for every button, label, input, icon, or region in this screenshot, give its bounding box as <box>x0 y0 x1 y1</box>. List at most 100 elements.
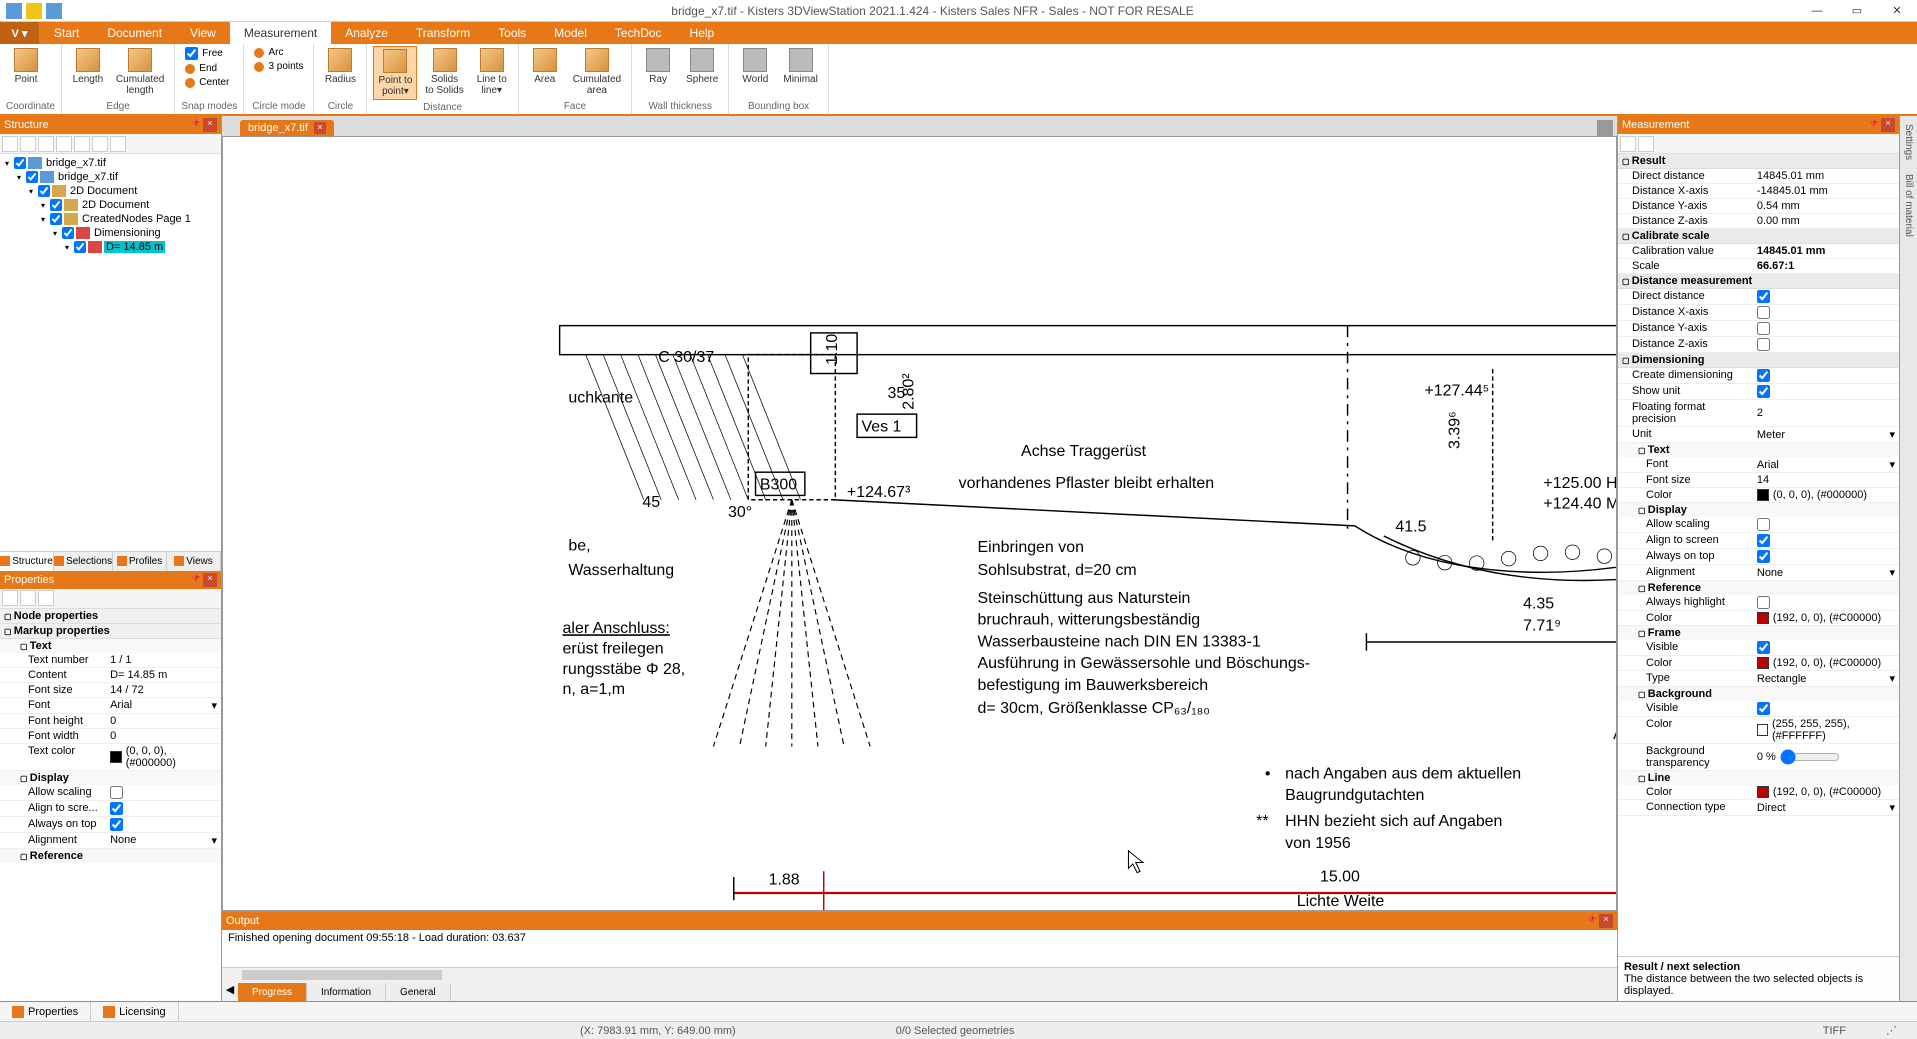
tree-node[interactable]: ▾2D Document <box>2 198 219 212</box>
structure-tab-profiles[interactable]: Profiles <box>113 552 167 571</box>
ribbon-btn-line-to[interactable]: Line toline▾ <box>472 46 512 98</box>
toolbar-btn[interactable] <box>1620 136 1636 152</box>
ribbon-btn-radius[interactable]: Radius <box>320 46 360 87</box>
ribbon-small-center[interactable]: Center <box>181 76 233 89</box>
ribbon-small-arc[interactable]: Arc <box>250 46 307 59</box>
ribbon-btn-ray[interactable]: Ray <box>638 46 678 87</box>
prop-group[interactable]: Result <box>1618 154 1899 169</box>
global-tab-properties[interactable]: Properties <box>0 1002 91 1021</box>
ribbon-tab-document[interactable]: Document <box>93 22 176 44</box>
prop-row[interactable]: Color(192, 0, 0), (#C00000) <box>1618 785 1899 800</box>
ribbon-tab-transform[interactable]: Transform <box>402 22 484 44</box>
prop-row[interactable]: ContentD= 14.85 m <box>0 668 221 683</box>
prop-row[interactable]: Distance Y-axis0.54 mm <box>1618 199 1899 214</box>
toolbar-btn[interactable] <box>38 136 54 152</box>
structure-tree[interactable]: ▾bridge_x7.tif▾bridge_x7.tif ▾2D Document… <box>0 154 221 551</box>
ribbon-btn-point[interactable]: Point <box>6 46 46 87</box>
prop-row[interactable]: Distance Z-axis0.00 mm <box>1618 214 1899 229</box>
prop-row[interactable]: AlignmentNone ▾ <box>0 833 221 849</box>
side-tab-bom[interactable]: Bill of material <box>1903 170 1914 241</box>
global-tab-licensing[interactable]: Licensing <box>91 1002 178 1021</box>
prop-row[interactable]: Always on top <box>0 817 221 833</box>
prop-row[interactable]: Text color(0, 0, 0), (#000000) <box>0 744 221 771</box>
prop-row[interactable]: UnitMeter ▾ <box>1618 427 1899 443</box>
toolbar-btn[interactable] <box>74 136 90 152</box>
prop-group[interactable]: Dimensioning <box>1618 353 1899 368</box>
minimize-button[interactable]: — <box>1797 0 1837 22</box>
output-tab-general[interactable]: General <box>386 983 451 1001</box>
ribbon-btn-area[interactable]: Area <box>525 46 565 87</box>
prop-group[interactable]: Reference <box>0 849 221 863</box>
prop-row[interactable]: Distance X-axis-14845.01 mm <box>1618 184 1899 199</box>
ribbon-btn-length[interactable]: Length <box>68 46 108 87</box>
ribbon-tab-measurement[interactable]: Measurement <box>230 22 331 44</box>
prop-row[interactable]: Visible <box>1618 640 1899 656</box>
close-tab-icon[interactable]: × <box>314 122 326 134</box>
prop-row[interactable]: Align to scre... <box>0 801 221 817</box>
close-button[interactable]: ✕ <box>1877 0 1917 22</box>
ribbon-btn-minimal[interactable]: Minimal <box>779 46 821 87</box>
side-tab-settings[interactable]: Settings <box>1903 120 1914 164</box>
tree-node[interactable]: ▾bridge_x7.tif <box>2 170 219 184</box>
prop-row[interactable]: Color(192, 0, 0), (#C00000) <box>1618 656 1899 671</box>
viewport[interactable]: C 30/37Ves 1Ves 1B300B300Achse Traggerüs… <box>222 136 1617 911</box>
toolbar-btn[interactable] <box>110 136 126 152</box>
prop-row[interactable]: AlignmentNone ▾ <box>1618 565 1899 581</box>
prop-row[interactable]: Connection typeDirect ▾ <box>1618 800 1899 816</box>
prop-row[interactable]: Direct distance14845.01 mm <box>1618 169 1899 184</box>
prop-group[interactable]: Calibrate scale <box>1618 229 1899 244</box>
prop-row[interactable]: Allow scaling <box>0 785 221 801</box>
pin-icon[interactable]: 📌 <box>1867 118 1881 132</box>
ribbon-tab-start[interactable]: Start <box>40 22 93 44</box>
h-scrollbar[interactable] <box>222 967 1617 983</box>
tabs-left-arrow[interactable]: ◀ <box>222 983 238 1001</box>
tree-node[interactable]: ▾Dimensioning <box>2 226 219 240</box>
toolbar-btn[interactable] <box>38 590 54 606</box>
prop-group[interactable]: Node properties <box>0 609 221 624</box>
prop-row[interactable]: FontArial ▾ <box>0 698 221 714</box>
prop-group[interactable]: Line <box>1618 771 1899 785</box>
prop-group[interactable]: Text <box>0 639 221 653</box>
toolbar-btn[interactable] <box>92 136 108 152</box>
tree-node[interactable]: ▾bridge_x7.tif <box>2 156 219 170</box>
toolbar-btn[interactable] <box>1638 136 1654 152</box>
prop-row[interactable]: Always highlight <box>1618 595 1899 611</box>
prop-group[interactable]: Display <box>0 771 221 785</box>
prop-row[interactable]: Show unit <box>1618 384 1899 400</box>
toolbar-btn[interactable] <box>20 590 36 606</box>
prop-row[interactable]: Color(0, 0, 0), (#000000) <box>1618 488 1899 503</box>
prop-group[interactable]: Frame <box>1618 626 1899 640</box>
ribbon-tab-techdoc[interactable]: TechDoc <box>601 22 676 44</box>
close-panel-icon[interactable]: × <box>203 118 217 132</box>
prop-row[interactable]: Font height0 <box>0 714 221 729</box>
ribbon-tab-tools[interactable]: Tools <box>484 22 540 44</box>
prop-row[interactable]: Visible <box>1618 701 1899 717</box>
ribbon-small-end[interactable]: End <box>181 62 233 75</box>
toolbar-btn[interactable] <box>56 136 72 152</box>
toolbar-btn[interactable] <box>2 136 18 152</box>
output-tab-progress[interactable]: Progress <box>238 983 307 1001</box>
ribbon-btn-cumulated[interactable]: Cumulatedarea <box>569 46 625 98</box>
close-panel-icon[interactable]: × <box>203 573 217 587</box>
prop-row[interactable]: Always on top <box>1618 549 1899 565</box>
output-tab-information[interactable]: Information <box>307 983 386 1001</box>
qat-icon-3[interactable] <box>46 3 62 19</box>
file-tab[interactable]: V ▾ <box>0 22 40 44</box>
prop-row[interactable]: Font size14 / 72 <box>0 683 221 698</box>
prop-row[interactable]: Color(192, 0, 0), (#C00000) <box>1618 611 1899 626</box>
prop-row[interactable]: Align to screen <box>1618 533 1899 549</box>
qat-icon-1[interactable] <box>6 3 22 19</box>
prop-row[interactable]: Floating format precision2 <box>1618 400 1899 427</box>
ribbon-tab-model[interactable]: Model <box>540 22 601 44</box>
prop-group[interactable]: Text <box>1618 443 1899 457</box>
ribbon-small-free[interactable]: Free <box>181 46 233 61</box>
pin-icon[interactable]: 📌 <box>1585 914 1599 928</box>
structure-tab-selections[interactable]: Selections <box>54 552 113 571</box>
prop-row[interactable]: Direct distance <box>1618 289 1899 305</box>
close-panel-icon[interactable]: × <box>1881 118 1895 132</box>
prop-group[interactable]: Markup properties <box>0 624 221 639</box>
maximize-button[interactable]: ▭ <box>1837 0 1877 22</box>
prop-row[interactable]: Background transparency0 % <box>1618 744 1899 771</box>
prop-row[interactable]: Calibration value14845.01 mm <box>1618 244 1899 259</box>
prop-row[interactable]: Create dimensioning <box>1618 368 1899 384</box>
